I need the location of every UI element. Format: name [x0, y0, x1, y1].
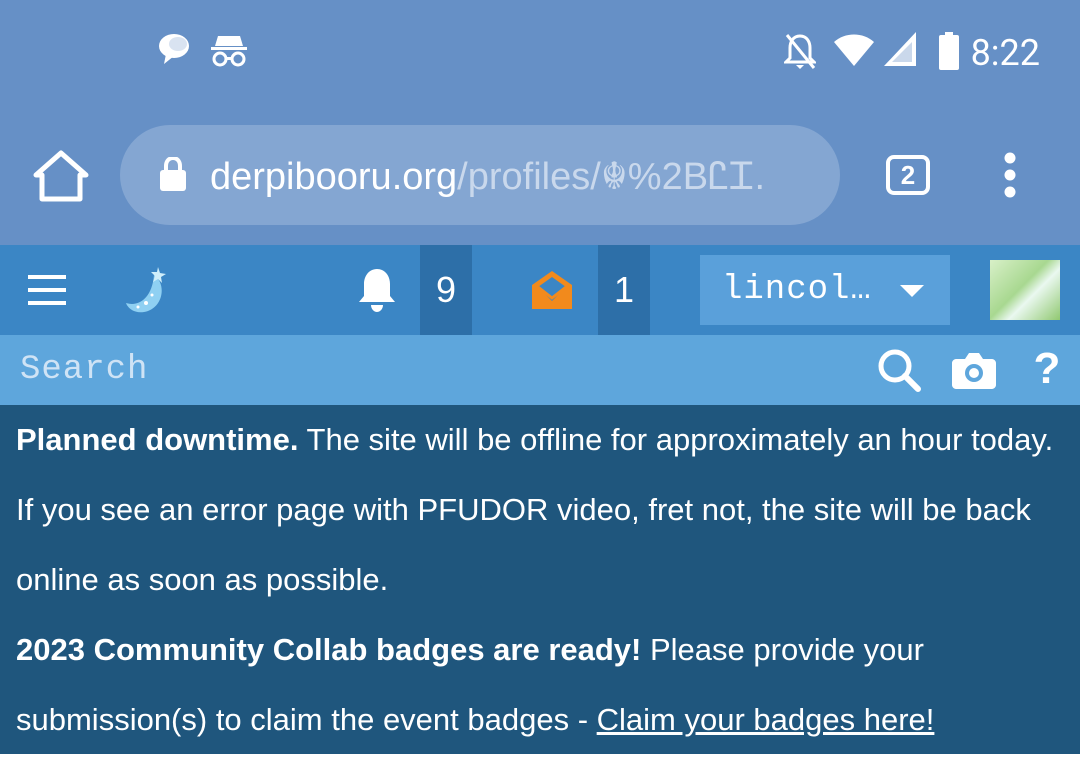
tab-switcher-button[interactable]: 2	[886, 155, 930, 195]
reverse-search-button[interactable]	[952, 351, 996, 389]
chat-bubble-icon	[158, 32, 190, 71]
claim-badges-link[interactable]: Claim your badges here!	[597, 702, 935, 737]
wifi-icon	[834, 32, 874, 71]
status-bar: 8:22	[0, 0, 1080, 105]
search-button[interactable]	[876, 347, 922, 393]
chevron-down-icon	[900, 285, 924, 297]
browser-toolbar: derpibooru.org/profiles/☬%2BᏝᏆ. 2	[0, 105, 1080, 245]
avatar[interactable]	[990, 260, 1060, 320]
status-time: 8:22	[970, 32, 1040, 74]
incognito-icon	[210, 32, 248, 73]
user-dropdown[interactable]: lincol…	[700, 255, 950, 325]
address-bar[interactable]: derpibooru.org/profiles/☬%2BᏝᏆ.	[120, 125, 840, 225]
url-text[interactable]: derpibooru.org/profiles/☬%2BᏝᏆ.	[210, 155, 820, 199]
overflow-menu-icon	[1004, 152, 1016, 198]
search-icon	[878, 349, 921, 392]
site-logo-icon	[126, 267, 166, 313]
search-bar: ?	[0, 335, 1080, 405]
downtime-notice: Planned downtime. The site will be offli…	[0, 405, 1080, 615]
camera-icon	[952, 353, 996, 389]
site-header: 9 1 lincol…	[0, 245, 1080, 335]
notifications-button[interactable]	[356, 267, 398, 313]
collab-title: 2023 Community Collab badges are ready!	[16, 632, 642, 667]
message-count[interactable]: 1	[598, 245, 650, 335]
search-input[interactable]	[0, 335, 860, 405]
overflow-menu-button[interactable]	[996, 151, 1024, 199]
site-notice: Planned downtime. The site will be offli…	[0, 405, 1080, 754]
home-button[interactable]	[30, 149, 92, 205]
envelope-icon	[532, 271, 572, 309]
downtime-title: Planned downtime.	[16, 422, 299, 457]
cell-signal-icon	[884, 32, 916, 71]
notifications-off-icon	[782, 32, 818, 75]
hamburger-menu-button[interactable]	[28, 273, 66, 307]
messages-button[interactable]	[530, 269, 574, 311]
home-icon	[33, 150, 89, 202]
collab-notice: 2023 Community Collab badges are ready! …	[0, 615, 1080, 755]
bell-icon	[359, 269, 395, 312]
url-host: derpibooru.org	[210, 156, 458, 198]
url-path: /profiles/☬%2BᏝᏆ.	[457, 156, 766, 198]
lock-icon[interactable]	[158, 155, 188, 196]
notification-count[interactable]: 9	[420, 245, 472, 335]
username-label: lincol…	[722, 271, 872, 309]
hamburger-menu-icon	[28, 275, 66, 305]
divider	[0, 754, 1080, 758]
battery-icon	[938, 32, 960, 75]
site-logo[interactable]	[124, 265, 170, 315]
search-help-button[interactable]: ?	[1030, 345, 1064, 393]
